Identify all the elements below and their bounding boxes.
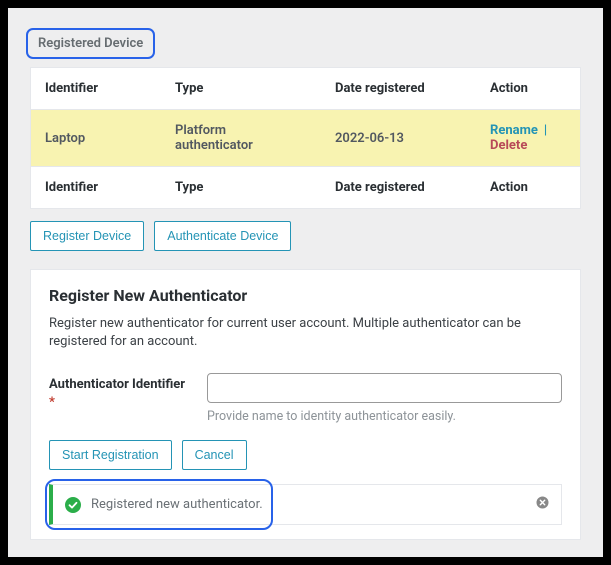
cell-type: Platform authenticator bbox=[161, 110, 321, 166]
panel-button-row: Start Registration Cancel bbox=[49, 440, 562, 470]
start-registration-button[interactable]: Start Registration bbox=[49, 440, 172, 470]
table-row: Laptop Platform authenticator 2022-06-13… bbox=[31, 110, 580, 167]
col-date: Date registered bbox=[321, 68, 476, 109]
action-separator: | bbox=[544, 123, 547, 138]
register-device-button[interactable]: Register Device bbox=[30, 221, 144, 251]
authenticator-identifier-input[interactable] bbox=[207, 373, 562, 403]
cell-action: Rename | Delete bbox=[476, 110, 580, 166]
col-identifier: Identifier bbox=[31, 68, 161, 109]
section-title-registered-device: Registered Device bbox=[26, 28, 155, 59]
col-action: Action bbox=[476, 68, 580, 109]
cancel-button[interactable]: Cancel bbox=[182, 440, 247, 470]
button-row: Register Device Authenticate Device bbox=[30, 221, 581, 251]
panel-description: Register new authenticator for current u… bbox=[49, 315, 562, 351]
required-asterisk: * bbox=[49, 395, 55, 410]
cell-date: 2022-06-13 bbox=[321, 110, 476, 166]
col-type-footer: Type bbox=[161, 167, 321, 208]
authenticate-device-button[interactable]: Authenticate Device bbox=[154, 221, 291, 251]
success-alert: Registered new authenticator. bbox=[49, 484, 562, 525]
alert-text: Registered new authenticator. bbox=[91, 497, 536, 512]
field-hint: Provide name to identity authenticator e… bbox=[207, 409, 562, 424]
register-panel: Register New Authenticator Register new … bbox=[30, 269, 581, 540]
cell-identifier: Laptop bbox=[31, 110, 161, 166]
rename-link[interactable]: Rename bbox=[490, 123, 538, 138]
panel-title: Register New Authenticator bbox=[49, 286, 562, 305]
field-row: Authenticator Identifier * Provide name … bbox=[49, 373, 562, 424]
table-footer-row: Identifier Type Date registered Action bbox=[31, 167, 580, 208]
frame: Registered Device Identifier Type Date r… bbox=[8, 8, 603, 557]
alert-container: Registered new authenticator. bbox=[49, 484, 562, 525]
device-table: Identifier Type Date registered Action L… bbox=[30, 67, 581, 209]
col-type: Type bbox=[161, 68, 321, 109]
table-header-row: Identifier Type Date registered Action bbox=[31, 68, 580, 110]
close-icon[interactable] bbox=[536, 496, 549, 513]
field-label-text: Authenticator Identifier bbox=[49, 377, 185, 392]
field-input-wrap: Provide name to identity authenticator e… bbox=[207, 373, 562, 424]
col-action-footer: Action bbox=[476, 167, 580, 208]
col-identifier-footer: Identifier bbox=[31, 167, 161, 208]
check-circle-icon bbox=[65, 497, 81, 513]
delete-link[interactable]: Delete bbox=[490, 138, 527, 153]
field-label: Authenticator Identifier * bbox=[49, 373, 189, 411]
col-date-footer: Date registered bbox=[321, 167, 476, 208]
